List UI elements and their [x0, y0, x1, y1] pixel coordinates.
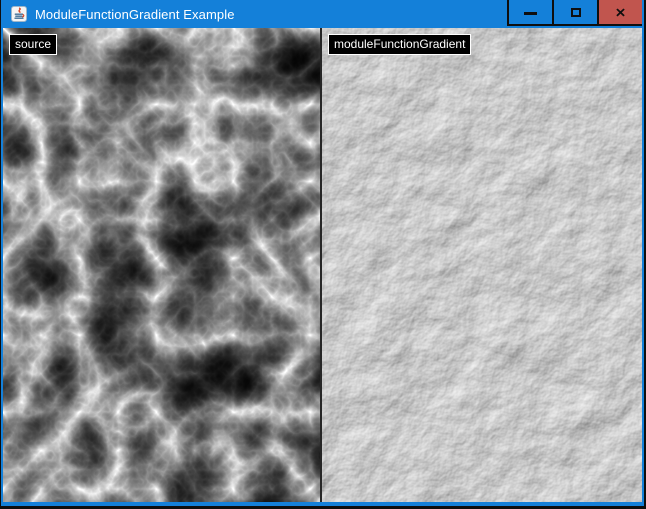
maximize-button[interactable] — [552, 0, 597, 26]
titlebar[interactable]: ModuleFunctionGradient Example ✕ — [3, 0, 642, 28]
titlebar-left: ModuleFunctionGradient Example — [3, 0, 507, 28]
source-image-panel: source — [3, 28, 320, 502]
window-frame: ModuleFunctionGradient Example ✕ — [1, 0, 644, 506]
gradient-image-panel: moduleFunctionGradient — [322, 28, 642, 502]
module-function-gradient-label: moduleFunctionGradient — [328, 34, 471, 55]
close-button[interactable]: ✕ — [597, 0, 642, 26]
window-controls: ✕ — [507, 0, 642, 28]
source-noise-image — [3, 28, 320, 502]
source-label: source — [9, 34, 57, 55]
app-window: ModuleFunctionGradient Example ✕ — [0, 0, 646, 509]
maximize-icon — [571, 8, 581, 17]
content-area: source moduleFunctionGradient — [3, 28, 642, 502]
minimize-icon — [524, 12, 537, 15]
module-function-gradient-image — [322, 28, 642, 502]
window-title: ModuleFunctionGradient Example — [35, 7, 235, 22]
minimize-button[interactable] — [507, 0, 552, 26]
close-icon: ✕ — [615, 6, 626, 18]
java-app-icon — [11, 6, 27, 22]
